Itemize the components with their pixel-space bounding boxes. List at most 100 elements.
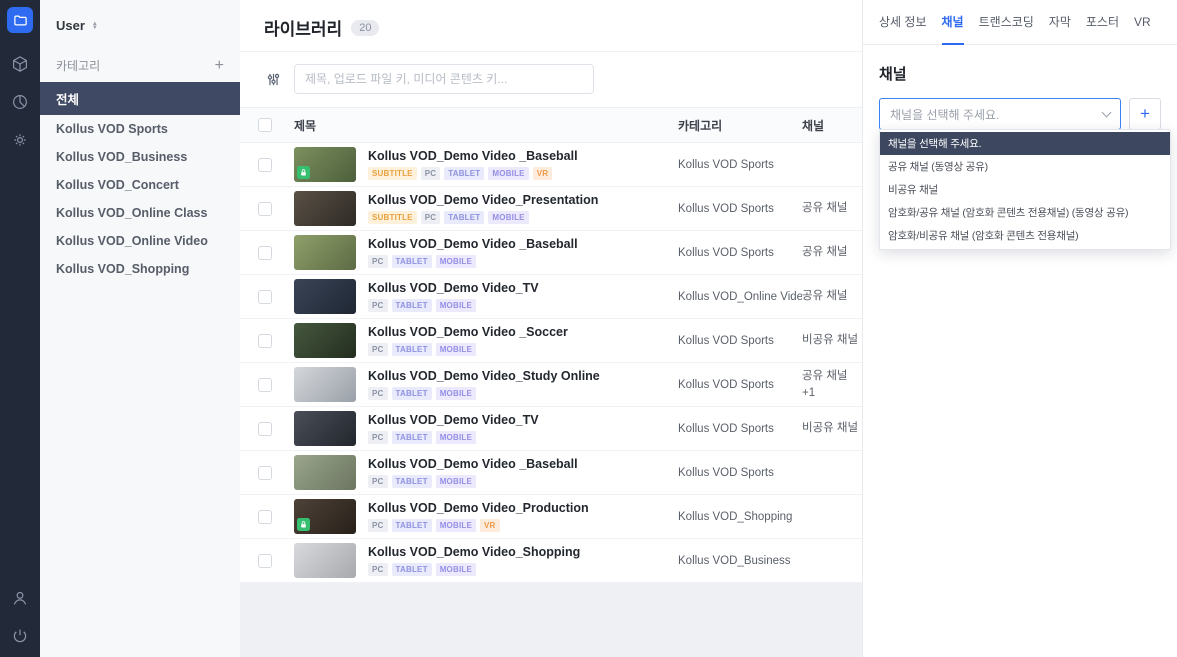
platform-badge: PC xyxy=(368,387,388,400)
video-category: Kollus VOD Sports xyxy=(678,159,802,171)
table-header: 제목 카테고리 채널 xyxy=(240,107,862,143)
filter-sliders-icon[interactable] xyxy=(264,70,282,88)
platform-badge: TABLET xyxy=(392,519,432,532)
table-row[interactable]: Kollus VOD_Demo Video_ProductionPCTABLET… xyxy=(240,495,862,539)
tab-poster[interactable]: 포스터 xyxy=(1086,0,1119,45)
platform-badge: MOBILE xyxy=(436,299,476,312)
video-channel: 공유 채널 xyxy=(802,200,862,217)
table-row[interactable]: Kollus VOD_Demo Video_ShoppingPCTABLETMO… xyxy=(240,539,862,583)
video-thumbnail xyxy=(294,323,356,358)
add-category-button[interactable]: + xyxy=(215,59,224,73)
detail-panel: 상세 정보 채널 트랜스코딩 자막 포스터 VR 채널 채널을 선택해 주세요.… xyxy=(862,0,1177,657)
tab-channel[interactable]: 채널 xyxy=(942,0,964,45)
table-row[interactable]: Kollus VOD_Demo Video_TVPCTABLETMOBILE K… xyxy=(240,407,862,451)
badge-list: PCTABLETMOBILEVR xyxy=(368,519,589,532)
sidebar-item-sports[interactable]: Kollus VOD Sports xyxy=(40,115,240,143)
badge-list: PCTABLETMOBILE xyxy=(368,343,568,356)
platform-badge: PC xyxy=(368,343,388,356)
row-checkbox[interactable] xyxy=(258,246,272,260)
video-title: Kollus VOD_Demo Video_Shopping xyxy=(368,545,580,559)
platform-badge: TABLET xyxy=(392,431,432,444)
row-checkbox[interactable] xyxy=(258,290,272,304)
tab-transcoding[interactable]: 트랜스코딩 xyxy=(979,0,1034,45)
user-icon[interactable] xyxy=(11,589,29,607)
row-checkbox[interactable] xyxy=(258,202,272,216)
platform-badge: PC xyxy=(368,255,388,268)
badge-list: PCTABLETMOBILE xyxy=(368,299,539,312)
video-category: Kollus VOD_Shopping xyxy=(678,511,802,523)
dropdown-option[interactable]: 암호화/비공유 채널 (암호화 콘텐츠 전용채널) xyxy=(880,224,1170,247)
video-category: Kollus VOD Sports xyxy=(678,203,802,215)
sidebar: User ▲▼ 카테고리 + 전체 Kollus VOD Sports Koll… xyxy=(40,0,240,657)
sidebar-item-concert[interactable]: Kollus VOD_Concert xyxy=(40,171,240,199)
badge-list: PCTABLETMOBILE xyxy=(368,387,600,400)
icon-rail xyxy=(0,0,40,657)
sidebar-item-online-video[interactable]: Kollus VOD_Online Video xyxy=(40,227,240,255)
platform-badge: VR xyxy=(533,167,553,180)
video-thumbnail xyxy=(294,191,356,226)
stats-icon[interactable] xyxy=(11,93,29,111)
platform-badge: MOBILE xyxy=(436,255,476,268)
row-checkbox[interactable] xyxy=(258,422,272,436)
user-selector[interactable]: User ▲▼ xyxy=(40,14,240,53)
platform-badge: MOBILE xyxy=(488,167,528,180)
settings-icon[interactable] xyxy=(11,131,29,149)
row-checkbox[interactable] xyxy=(258,554,272,568)
table-row[interactable]: Kollus VOD_Demo Video_TVPCTABLETMOBILE K… xyxy=(240,275,862,319)
table-row[interactable]: Kollus VOD_Demo Video _BaseballPCTABLETM… xyxy=(240,451,862,495)
platform-badge: PC xyxy=(368,299,388,312)
add-channel-button[interactable]: + xyxy=(1129,98,1161,130)
video-thumbnail xyxy=(294,543,356,578)
platform-badge: TABLET xyxy=(392,255,432,268)
column-header-category: 카테고리 xyxy=(678,117,802,134)
platform-badge: MOBILE xyxy=(436,431,476,444)
video-thumbnail xyxy=(294,455,356,490)
library-icon[interactable] xyxy=(7,7,33,33)
drm-lock-icon xyxy=(297,166,310,179)
platform-badge: MOBILE xyxy=(488,211,528,224)
tab-details[interactable]: 상세 정보 xyxy=(879,0,927,45)
item-count-badge: 20 xyxy=(351,20,379,36)
sidebar-item-online-class[interactable]: Kollus VOD_Online Class xyxy=(40,199,240,227)
badge-list: SUBTITLEPCTABLETMOBILE xyxy=(368,211,598,224)
platform-badge: PC xyxy=(421,211,441,224)
power-icon[interactable] xyxy=(11,627,29,645)
tab-subtitle[interactable]: 자막 xyxy=(1049,0,1071,45)
sidebar-item-business[interactable]: Kollus VOD_Business xyxy=(40,143,240,171)
table-row[interactable]: Kollus VOD_Demo Video _BaseballPCTABLETM… xyxy=(240,231,862,275)
dropdown-option[interactable]: 채널을 선택해 주세요. xyxy=(880,132,1170,155)
video-category: Kollus VOD Sports xyxy=(678,247,802,259)
platform-badge: TABLET xyxy=(444,167,484,180)
platform-badge: PC xyxy=(368,431,388,444)
platform-badge: TABLET xyxy=(392,475,432,488)
video-category: Kollus VOD Sports xyxy=(678,335,802,347)
platform-badge: SUBTITLE xyxy=(368,211,417,224)
drm-lock-icon xyxy=(297,518,310,531)
select-all-checkbox[interactable] xyxy=(258,118,272,132)
channel-section-title: 채널 xyxy=(879,63,1161,84)
sidebar-item-shopping[interactable]: Kollus VOD_Shopping xyxy=(40,255,240,283)
table-row[interactable]: Kollus VOD_Demo Video _SoccerPCTABLETMOB… xyxy=(240,319,862,363)
row-checkbox[interactable] xyxy=(258,334,272,348)
table-row[interactable]: Kollus VOD_Demo Video_PresentationSUBTIT… xyxy=(240,187,862,231)
platform-badge: PC xyxy=(368,475,388,488)
platform-badge: VR xyxy=(480,519,500,532)
video-channel: 공유 채널 xyxy=(802,244,862,261)
video-category: Kollus VOD Sports xyxy=(678,467,802,479)
cube-icon[interactable] xyxy=(11,55,29,73)
dropdown-option[interactable]: 공유 채널 (동영상 공유) xyxy=(880,155,1170,178)
dropdown-option[interactable]: 암호화/공유 채널 (암호화 콘텐츠 전용채널) (동영상 공유) xyxy=(880,201,1170,224)
table-row[interactable]: Kollus VOD_Demo Video _BaseballSUBTITLEP… xyxy=(240,143,862,187)
search-input[interactable] xyxy=(294,64,594,94)
table-row[interactable]: Kollus VOD_Demo Video_Study OnlinePCTABL… xyxy=(240,363,862,407)
sidebar-item-all[interactable]: 전체 xyxy=(40,82,240,115)
row-checkbox[interactable] xyxy=(258,510,272,524)
row-checkbox[interactable] xyxy=(258,378,272,392)
row-checkbox[interactable] xyxy=(258,466,272,480)
badge-list: PC TABLET MOBILE xyxy=(368,475,578,488)
tab-vr[interactable]: VR xyxy=(1134,0,1151,45)
platform-badge: MOBILE xyxy=(436,475,476,488)
channel-select[interactable]: 채널을 선택해 주세요. xyxy=(879,98,1121,130)
row-checkbox[interactable] xyxy=(258,158,272,172)
dropdown-option[interactable]: 비공유 채널 xyxy=(880,178,1170,201)
